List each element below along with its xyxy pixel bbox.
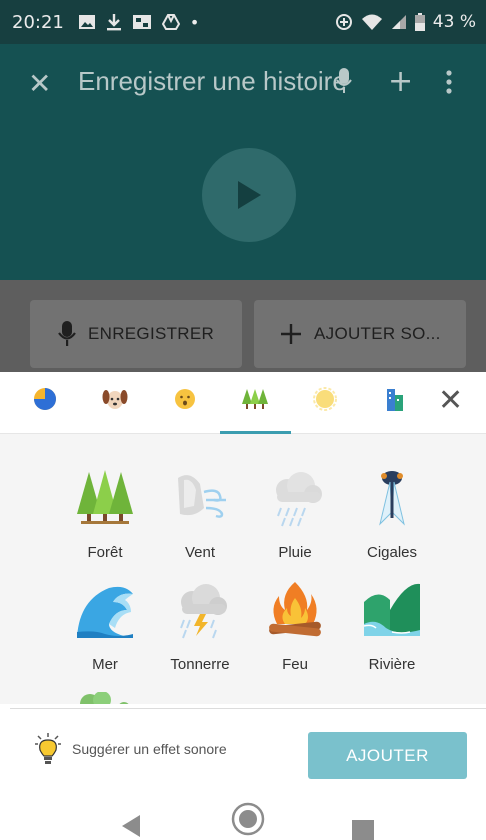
close-icon[interactable]: ✕ — [28, 70, 51, 98]
partial-tree-icon — [80, 692, 129, 704]
forest-icon — [242, 389, 268, 409]
cicada-icon — [379, 471, 405, 526]
wave-icon — [77, 586, 133, 638]
lightbulb-icon — [35, 733, 61, 764]
sound-item-tonnerre[interactable]: Tonnerre — [145, 580, 255, 673]
status-time: 20:21 — [12, 11, 64, 33]
tab-pie-chart[interactable] — [30, 384, 60, 414]
forest-icon — [77, 470, 133, 524]
tab-animals[interactable] — [100, 384, 130, 414]
battery-icon — [414, 13, 425, 31]
record-button-label: ENREGISTRER — [88, 324, 215, 343]
back-icon[interactable] — [120, 814, 142, 838]
add-button[interactable]: AJOUTER — [308, 732, 467, 779]
data-saver-icon — [335, 14, 352, 30]
category-tabs: ✕ — [0, 372, 486, 434]
play-button[interactable] — [202, 148, 296, 242]
city-icon — [387, 389, 403, 411]
pie-chart-icon — [34, 388, 56, 410]
sound-item-pluie[interactable]: Pluie — [240, 468, 350, 561]
tab-nature[interactable] — [240, 384, 270, 414]
battery-percent: 43 % — [432, 12, 476, 32]
campfire-icon — [269, 582, 321, 637]
sound-name: Feu — [282, 656, 308, 673]
plus-icon — [281, 324, 301, 344]
sound-item-foret[interactable]: Forêt — [50, 468, 160, 561]
download-icon — [106, 14, 121, 31]
sound-name: Mer — [92, 656, 118, 673]
river-icon — [363, 583, 420, 636]
rain-cloud-icon — [276, 472, 322, 527]
app-bar: ✕ Enregistrer une histoire + — [0, 44, 486, 280]
record-button[interactable]: ENREGISTRER — [30, 300, 242, 368]
tab-emotions[interactable] — [170, 384, 200, 414]
more-vert-icon[interactable] — [446, 70, 452, 94]
add-icon[interactable]: + — [388, 64, 413, 99]
thunder-cloud-icon — [180, 584, 227, 639]
sound-picker-sheet: ✕ Forêt Vent Pluie Cigales Mer Tonnerre — [0, 372, 486, 840]
suggest-sound-link[interactable]: Suggérer un effet sonore — [34, 732, 227, 766]
notification-dot: • — [189, 12, 200, 32]
sound-item-feu[interactable]: Feu — [240, 580, 350, 673]
sound-name: Vent — [184, 544, 216, 561]
sound-item-mer[interactable]: Mer — [50, 580, 160, 673]
status-bar: 20:21 • 43 % — [0, 0, 486, 44]
surprised-face-icon — [175, 389, 195, 409]
home-icon[interactable] — [231, 802, 265, 836]
recents-icon[interactable] — [352, 820, 374, 840]
sun-icon — [313, 387, 337, 411]
sound-item-cigales[interactable]: Cigales — [337, 468, 447, 561]
image-notification-icon — [78, 15, 95, 29]
page-title: Enregistrer une histoire — [78, 66, 347, 96]
add-sound-button[interactable]: AJOUTER SO... — [254, 300, 466, 368]
tab-city[interactable] — [380, 384, 410, 414]
sound-name: Forêt — [87, 544, 123, 561]
sound-name: Pluie — [278, 544, 312, 561]
wind-icon — [178, 475, 226, 518]
close-sheet-icon[interactable]: ✕ — [438, 386, 463, 416]
action-area: ENREGISTRER AJOUTER SO... — [0, 280, 486, 372]
wifi-icon — [361, 14, 382, 30]
gallery-notification-icon — [132, 15, 151, 29]
microphone-icon — [336, 68, 352, 93]
signal-icon — [391, 15, 406, 29]
sound-item-vent[interactable]: Vent — [145, 468, 255, 561]
suggest-sound-label: Suggérer un effet sonore — [72, 741, 227, 757]
sound-name: Cigales — [366, 544, 418, 561]
sound-item-riviere[interactable]: Rivière — [337, 580, 447, 673]
sound-grid: Forêt Vent Pluie Cigales Mer Tonnerre Fe… — [0, 434, 486, 704]
microphone-icon — [58, 321, 76, 346]
drive-icon — [161, 14, 180, 30]
footer-divider — [10, 708, 486, 709]
sound-name: Rivière — [368, 656, 416, 673]
play-icon — [238, 181, 261, 209]
sound-name: Tonnerre — [170, 656, 230, 673]
dog-icon — [102, 390, 128, 409]
tab-weather[interactable] — [310, 384, 340, 414]
system-nav-bar — [0, 800, 486, 840]
add-sound-button-label: AJOUTER SO... — [314, 324, 441, 343]
